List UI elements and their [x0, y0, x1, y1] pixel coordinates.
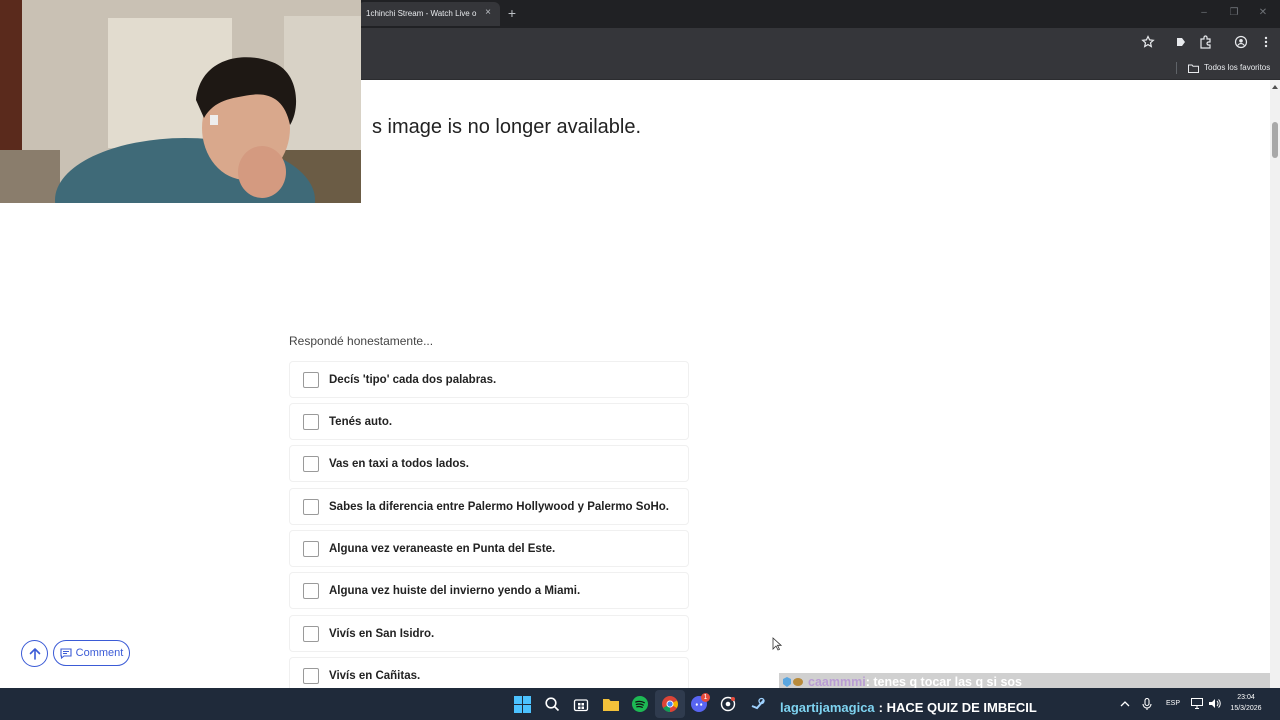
all-bookmarks-label: Todos los favoritos — [1204, 63, 1271, 72]
scroll-up-arrow-icon[interactable] — [1272, 84, 1278, 90]
all-bookmarks-folder[interactable]: Todos los favoritos — [1188, 61, 1270, 75]
folder-icon — [1188, 64, 1199, 73]
checkbox[interactable] — [303, 667, 319, 684]
keyboard-language[interactable]: ESP — [1162, 700, 1184, 707]
checkbox[interactable] — [303, 371, 319, 388]
chat-badge-icon — [783, 677, 803, 687]
page-scrollbar[interactable] — [1270, 80, 1280, 688]
chrome-icon[interactable] — [662, 696, 678, 712]
quiz-option-label: Alguna vez veraneaste en Punta del Este. — [329, 542, 556, 555]
search-icon[interactable] — [544, 696, 560, 712]
browser-tab[interactable]: 1chinchi Stream - Watch Live o — [358, 2, 500, 26]
checkbox[interactable] — [303, 582, 319, 599]
discord-notification-badge: 1 — [701, 693, 710, 702]
quiz-option-label: Sabes la diferencia entre Palermo Hollyw… — [329, 500, 669, 513]
chat-username: lagartijamagica — [780, 699, 875, 715]
quiz-option[interactable]: Decís 'tipo' cada dos palabras. — [289, 361, 689, 398]
steam-icon[interactable] — [750, 696, 766, 712]
minimize-icon[interactable]: – — [1197, 6, 1211, 20]
windows-start-icon[interactable] — [514, 696, 531, 713]
arrow-up-icon — [29, 647, 40, 660]
chat-message: lagartijamagica : HACE QUIZ DE IMBECIL — [780, 697, 1037, 717]
extension-icon[interactable] — [1173, 34, 1189, 50]
network-icon[interactable] — [1191, 698, 1203, 709]
quiz-option[interactable]: Tenés auto. — [289, 403, 689, 440]
app-gear-icon[interactable] — [720, 696, 736, 712]
store-icon[interactable] — [573, 696, 589, 712]
scrollbar-thumb[interactable] — [1272, 122, 1278, 158]
checkbox[interactable] — [303, 498, 319, 515]
bookmark-star-icon[interactable] — [1140, 34, 1156, 50]
chat-text: : tenes q tocar las q si sos — [865, 675, 1022, 689]
comment-button-label: Comment — [75, 647, 124, 659]
file-explorer-icon[interactable] — [603, 697, 619, 711]
checkbox[interactable] — [303, 413, 319, 430]
volume-icon[interactable] — [1208, 698, 1221, 709]
quiz-option-label: Decís 'tipo' cada dos palabras. — [329, 373, 497, 386]
quiz-option-label: Vas en taxi a todos lados. — [329, 457, 469, 470]
windows-taskbar: 1 ESP 23:04 15/3/2026 — [0, 688, 1280, 720]
checkbox[interactable] — [303, 625, 319, 642]
quiz-option[interactable]: Sabes la diferencia entre Palermo Hollyw… — [289, 488, 689, 525]
comment-icon — [60, 647, 72, 659]
clock-time[interactable]: 23:04 — [1226, 694, 1266, 701]
comment-button[interactable]: Comment — [53, 640, 130, 666]
extensions-puzzle-icon[interactable] — [1198, 34, 1214, 50]
chat-text: : HACE QUIZ DE IMBECIL — [878, 699, 1037, 715]
streamer-webcam-image — [0, 0, 361, 203]
quiz-option-label: Alguna vez huiste del invierno yendo a M… — [329, 584, 581, 597]
quiz-option[interactable]: Alguna vez huiste del invierno yendo a M… — [289, 572, 689, 609]
quiz-option[interactable]: Alguna vez veraneaste en Punta del Este. — [289, 530, 689, 567]
scroll-to-top-button[interactable] — [21, 640, 48, 667]
bookmarks-divider — [1176, 62, 1177, 74]
quiz-option-label: Tenés auto. — [329, 415, 393, 428]
checkbox[interactable] — [303, 455, 319, 472]
quiz-option-label: Vivís en San Isidro. — [329, 627, 435, 640]
tray-chevron-up-icon[interactable] — [1120, 700, 1130, 708]
image-unavailable-notice: s image is no longer available. — [372, 116, 642, 138]
menu-kebab-icon[interactable] — [1258, 34, 1274, 50]
clock-date[interactable]: 15/3/2026 — [1226, 705, 1266, 712]
chat-username: caammmi — [808, 675, 866, 689]
microphone-icon[interactable] — [1142, 698, 1152, 710]
restore-icon[interactable]: ❐ — [1227, 6, 1241, 20]
quiz-option[interactable]: Vivís en San Isidro. — [289, 615, 689, 652]
tab-title: 1chinchi Stream - Watch Live o — [366, 9, 477, 18]
profile-icon[interactable] — [1233, 34, 1249, 50]
close-window-icon[interactable]: ✕ — [1256, 6, 1270, 20]
tab-close-icon[interactable]: × — [482, 7, 494, 19]
quiz-prompt: Respondé honestamente... — [289, 334, 434, 348]
checkbox[interactable] — [303, 540, 319, 557]
quiz-option[interactable]: Vas en taxi a todos lados. — [289, 445, 689, 482]
quiz-option-label: Vivís en Cañitas. — [329, 669, 421, 682]
mouse-cursor-icon — [772, 637, 782, 651]
screen: 1chinchi Stream - Watch Live o × + – ❐ ✕… — [0, 0, 1280, 720]
webcam-overlay — [0, 0, 361, 203]
spotify-icon[interactable] — [632, 696, 648, 712]
new-tab-button[interactable]: + — [504, 5, 520, 21]
